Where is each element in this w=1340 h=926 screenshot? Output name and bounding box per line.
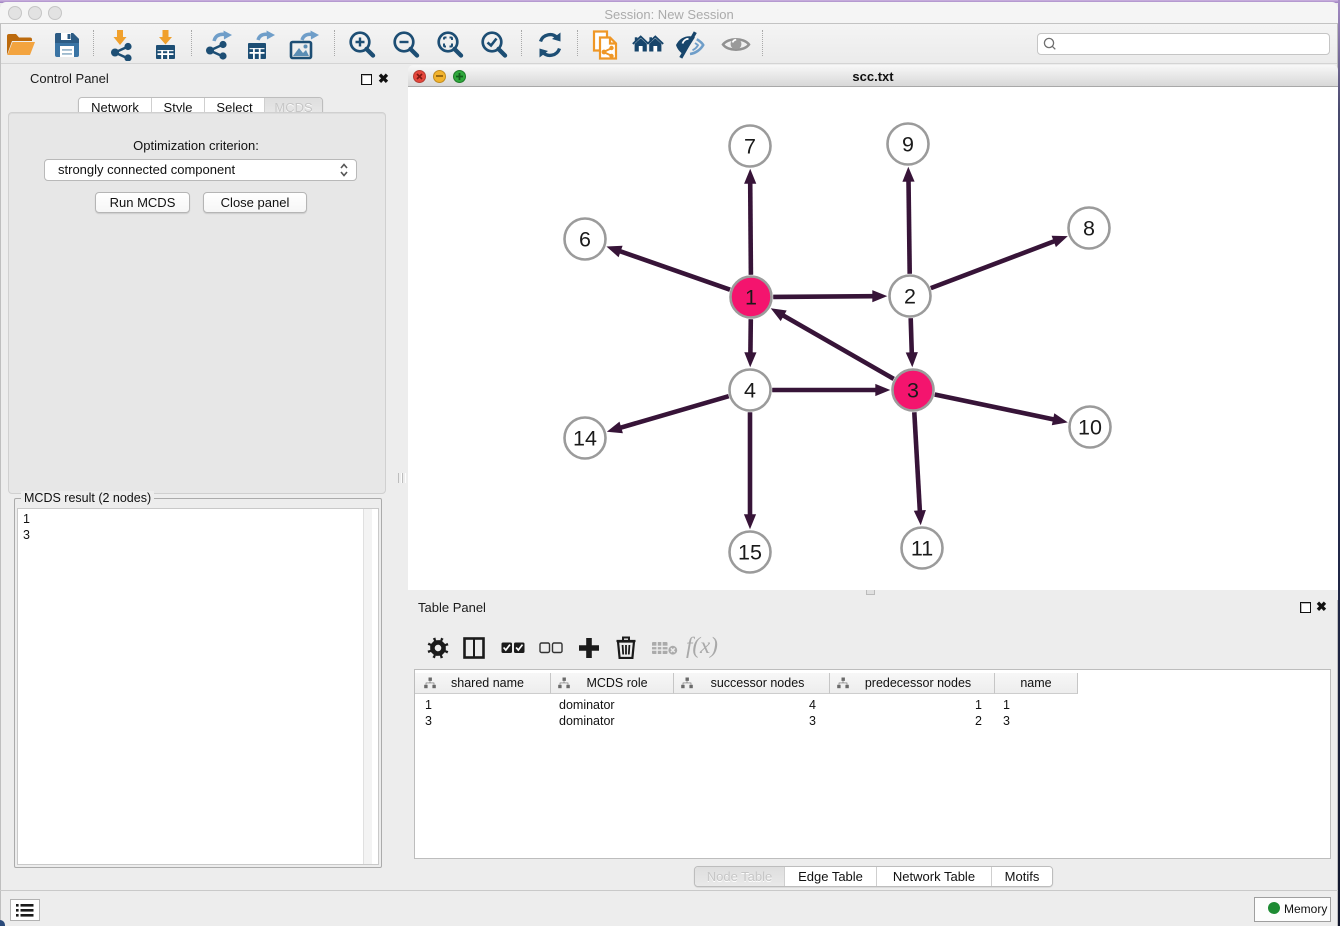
svg-text:7: 7 — [744, 135, 756, 159]
svg-text:11: 11 — [911, 537, 933, 561]
svg-text:14: 14 — [573, 427, 597, 451]
svg-text:2: 2 — [904, 285, 916, 309]
svg-text:9: 9 — [902, 133, 914, 157]
svg-text:10: 10 — [1078, 416, 1102, 440]
svg-text:3: 3 — [907, 379, 919, 403]
svg-text:4: 4 — [744, 379, 756, 403]
svg-text:8: 8 — [1083, 217, 1095, 241]
svg-text:1: 1 — [745, 286, 757, 310]
svg-text:6: 6 — [579, 228, 591, 252]
svg-text:15: 15 — [738, 541, 762, 565]
